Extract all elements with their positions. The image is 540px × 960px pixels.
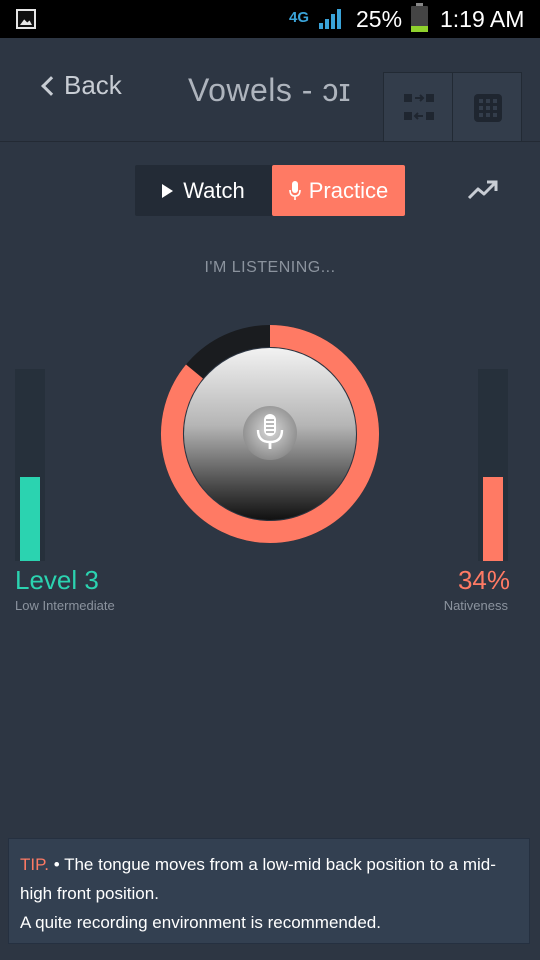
microphone-icon <box>288 180 301 200</box>
signal-icon <box>319 9 341 29</box>
grid-button[interactable] <box>452 72 522 142</box>
tip-box: TIP. • The tongue moves from a low-mid b… <box>8 838 530 944</box>
status-bar: 4G 25% 1:19 AM <box>0 0 540 38</box>
back-label: Back <box>64 70 122 100</box>
tab-practice[interactable]: Practice <box>272 165 405 216</box>
level-subtitle: Low Intermediate <box>15 598 115 613</box>
network-type: 4G <box>289 9 310 26</box>
battery-fill <box>411 25 428 32</box>
image-notification-icon <box>16 9 36 29</box>
compare-button[interactable] <box>383 72 453 142</box>
trend-chart-icon[interactable] <box>467 178 499 202</box>
practice-label: Practice <box>308 177 389 203</box>
tab-watch[interactable]: Watch <box>135 165 272 216</box>
microphone-icon <box>256 414 284 449</box>
level-title: Level 3 <box>15 565 99 595</box>
record-button[interactable] <box>243 406 297 460</box>
watch-label: Watch <box>183 177 245 203</box>
listening-status: I'M LISTENING... <box>204 259 336 276</box>
tip-line-2: A quite recording environment is recomme… <box>20 913 381 932</box>
nativeness-label: Nativeness <box>443 598 508 613</box>
level-meter-fill <box>20 476 40 561</box>
nativeness-meter-fill <box>483 476 503 561</box>
nativeness-meter <box>478 369 508 561</box>
clock: 1:19 AM <box>440 6 525 32</box>
battery-percent: 25% <box>356 6 403 32</box>
grid-icon <box>474 94 502 122</box>
page-title: Vowels - ɔɪ <box>188 72 351 108</box>
nativeness-percent: 34% <box>457 565 510 595</box>
chevron-left-icon <box>41 76 61 96</box>
level-meter <box>15 369 45 561</box>
header: Back Vowels - ɔɪ <box>0 38 540 142</box>
play-icon <box>162 183 174 198</box>
tip-line-1: • The tongue moves from a low-mid back p… <box>20 855 496 903</box>
tip-label: TIP. <box>20 855 49 874</box>
mode-toggle: Watch Practice <box>135 165 405 216</box>
back-button[interactable]: Back <box>41 70 122 101</box>
compare-icon <box>404 94 434 120</box>
battery-icon <box>411 3 428 32</box>
